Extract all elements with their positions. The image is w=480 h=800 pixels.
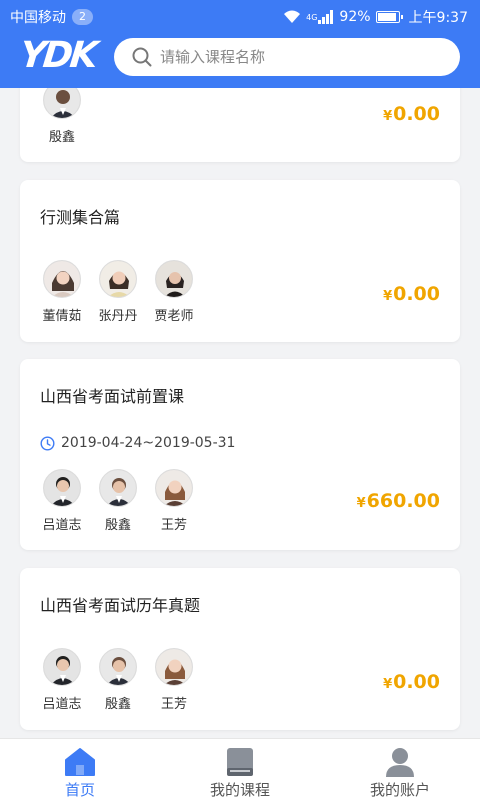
status-bar: 中国移动 2 4G 92% 上午9:37 (0, 0, 480, 32)
tab-my-account-label: 我的账户 (369, 781, 430, 799)
price-value: 0.00 (393, 283, 440, 305)
teacher-name: 殷鑫 (48, 130, 75, 145)
battery-percent: 92% (339, 9, 371, 25)
course-price: ¥660.00 (357, 490, 440, 512)
teacher-avatar (99, 260, 137, 298)
wifi-icon (284, 10, 301, 23)
teacher[interactable]: 殷鑫 (88, 469, 148, 533)
tab-my-courses[interactable]: 我的课程 (160, 739, 320, 800)
currency-symbol: ¥ (356, 496, 366, 511)
teacher[interactable]: 王芳 (144, 648, 204, 712)
tab-home-label: 首页 (64, 781, 95, 799)
teacher-avatar (43, 648, 81, 686)
course-list[interactable]: 殷鑫 ¥0.00 行测集合篇 董倩茹 张丹丹 贾老师 ¥0.00 山西省考面试前… (0, 88, 480, 738)
course-card[interactable]: 山西省考面试前置课 2019-04-24~2019-05-31 吕道志 殷鑫 王 (20, 359, 460, 550)
course-card[interactable]: 山西省考面试历年真题 吕道志 殷鑫 王芳 ¥0.00 (20, 568, 460, 730)
clock-icon (40, 435, 55, 451)
course-date: 2019-04-24~2019-05-31 (40, 435, 235, 451)
currency-symbol: ¥ (383, 289, 393, 304)
course-card[interactable]: 行测集合篇 董倩茹 张丹丹 贾老师 ¥0.00 (20, 180, 460, 342)
teacher[interactable]: 王芳 (144, 469, 204, 533)
signal-icon (318, 10, 334, 24)
teacher-name: 吕道志 (42, 697, 82, 712)
teacher[interactable]: 董倩茹 (32, 260, 92, 324)
battery-icon (375, 11, 403, 23)
course-title: 山西省考面试前置课 (40, 387, 185, 406)
course-title: 山西省考面试历年真题 (40, 596, 201, 615)
search-icon (132, 47, 152, 67)
teacher-avatar (155, 260, 193, 298)
home-icon (65, 748, 95, 776)
teacher[interactable]: 张丹丹 (88, 260, 148, 324)
search-bar[interactable] (114, 38, 460, 76)
teacher[interactable]: 吕道志 (32, 648, 92, 712)
course-title: 行测集合篇 (40, 208, 121, 227)
price-value: 0.00 (393, 671, 440, 693)
teacher-name: 吕道志 (42, 518, 82, 533)
teacher-name: 张丹丹 (98, 309, 138, 324)
teacher-name: 王芳 (160, 518, 187, 533)
tab-my-account[interactable]: 我的账户 (320, 739, 480, 800)
teacher-name: 王芳 (160, 697, 187, 712)
search-input[interactable] (160, 48, 440, 66)
tab-my-courses-label: 我的课程 (209, 781, 270, 799)
date-range: 2019-04-24~2019-05-31 (61, 435, 236, 451)
teacher[interactable]: 殷鑫 (88, 648, 148, 712)
carrier-name: 中国移动 (10, 10, 66, 26)
network-type: 4G (306, 12, 318, 22)
teacher-avatar (43, 469, 81, 507)
teacher-name: 殷鑫 (104, 697, 131, 712)
tab-home[interactable]: 首页 (0, 739, 160, 800)
teacher-name: 殷鑫 (104, 518, 131, 533)
sim-badge: 2 (72, 9, 93, 25)
user-icon (386, 748, 414, 777)
teacher-avatar (99, 648, 137, 686)
teacher[interactable]: 吕道志 (32, 469, 92, 533)
course-price: ¥0.00 (383, 103, 440, 125)
app-logo: YDK (17, 35, 98, 76)
teacher-avatar (99, 469, 137, 507)
teacher[interactable]: 殷鑫 (32, 88, 92, 145)
book-icon (227, 748, 253, 776)
teacher[interactable]: 贾老师 (144, 260, 204, 324)
teacher-avatar (43, 260, 81, 298)
teacher-name: 董倩茹 (42, 309, 82, 324)
course-price: ¥0.00 (383, 671, 440, 693)
currency-symbol: ¥ (383, 677, 393, 692)
course-price: ¥0.00 (383, 283, 440, 305)
clock: 上午9:37 (408, 10, 468, 26)
bottom-tab-bar: 首页 我的课程 我的账户 (0, 738, 480, 800)
teacher-avatar (155, 648, 193, 686)
teacher-avatar (43, 88, 81, 119)
course-card[interactable]: 殷鑫 ¥0.00 (20, 88, 460, 162)
currency-symbol: ¥ (383, 109, 393, 124)
teacher-avatar (155, 469, 193, 507)
price-value: 660.00 (366, 490, 440, 512)
teacher-name: 贾老师 (154, 309, 194, 324)
price-value: 0.00 (393, 103, 440, 125)
app-header: 中国移动 2 4G 92% 上午9:37 YDK (0, 0, 480, 88)
